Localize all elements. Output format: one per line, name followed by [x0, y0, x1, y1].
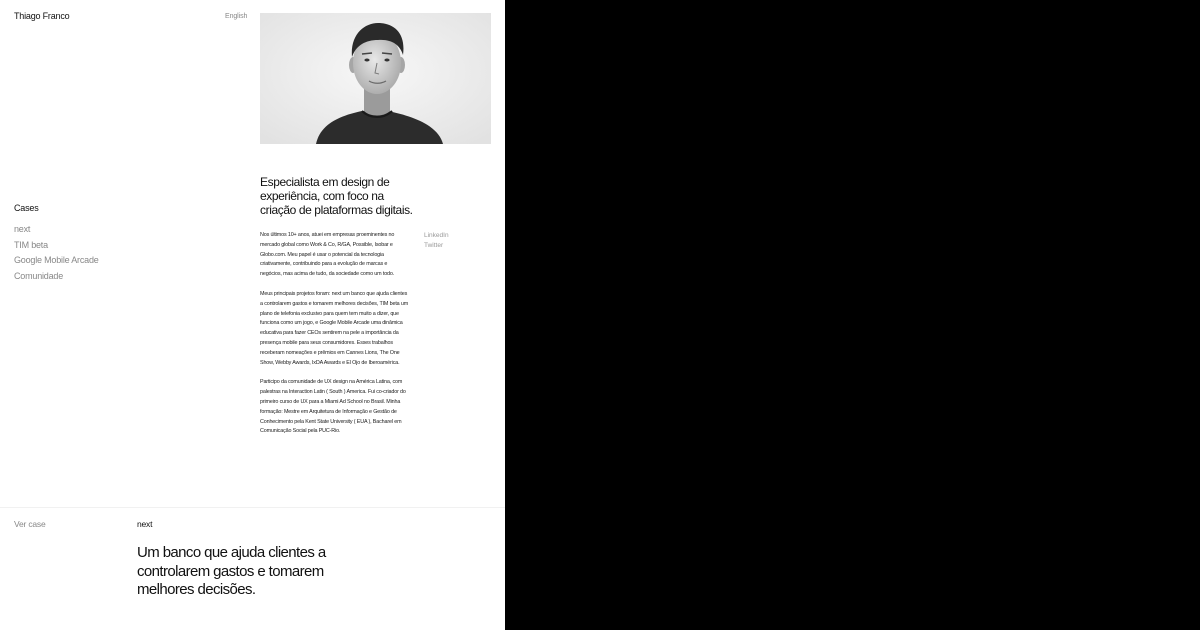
nav-item-tim-beta[interactable]: TIM beta: [14, 238, 99, 254]
nav-item-google-mobile-arcade[interactable]: Google Mobile Arcade: [14, 253, 99, 269]
cases-nav: next TIM beta Google Mobile Arcade Comun…: [14, 222, 99, 284]
view-case-link[interactable]: Ver case: [14, 519, 46, 529]
bio-paragraph: Nos últimos 10+ anos, atuei em empresas …: [260, 232, 395, 278]
language-link[interactable]: English: [225, 13, 247, 20]
intro-headline: Especialista em design de experiência, c…: [260, 175, 413, 217]
bio-paragraph: Meus principais projetos foram: next um …: [260, 290, 409, 366]
site-name-link[interactable]: Thiago Franco: [14, 11, 70, 21]
linkedin-link[interactable]: LinkedIn: [424, 231, 449, 241]
bio-text: Nos últimos 10+ anos, atuei em empresas …: [260, 231, 410, 447]
portrait-illustration: [260, 13, 491, 144]
nav-item-next[interactable]: next: [14, 222, 99, 238]
twitter-link[interactable]: Twitter: [424, 241, 449, 251]
page: Thiago Franco English Cases next TIM bet…: [0, 0, 505, 630]
section-divider: [0, 507, 505, 508]
empty-viewport-area: [505, 0, 1200, 630]
nav-item-comunidade[interactable]: Comunidade: [14, 269, 99, 285]
cases-heading: Cases: [14, 203, 39, 213]
case-name: next: [137, 519, 153, 529]
case-title: Um banco que ajuda clientes a controlare…: [137, 544, 326, 598]
portrait-photo: [260, 13, 491, 144]
social-links: LinkedIn Twitter: [424, 231, 449, 251]
bio-paragraph: Participo da comunidade de UX design na …: [260, 379, 406, 435]
